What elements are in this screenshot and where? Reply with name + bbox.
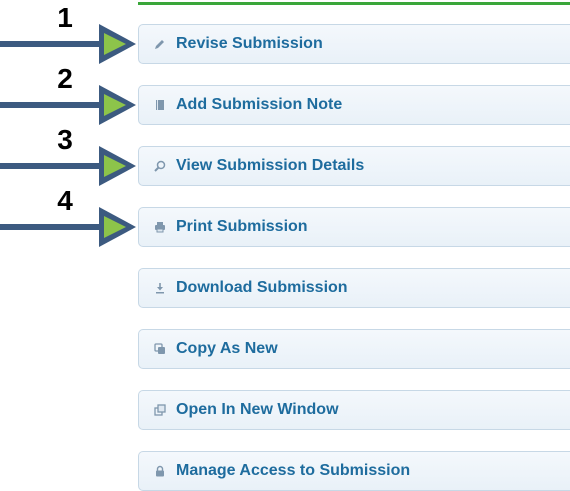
open-in-new-window-button[interactable]: Open In New Window [138,390,570,430]
copy-icon [153,342,167,356]
printer-icon [153,220,167,234]
menu-item-label: Open In New Window [176,401,339,418]
arrow-icon [0,207,136,247]
menu-item-label: Revise Submission [176,35,323,52]
print-submission-button[interactable]: Print Submission [138,207,570,247]
menu-item-label: Print Submission [176,218,308,235]
copy-as-new-button[interactable]: Copy As New [138,329,570,369]
download-icon [153,281,167,295]
new-window-icon [153,403,167,417]
menu-item-label: Copy As New [176,340,278,357]
menu-item-label: View Submission Details [176,157,365,174]
manage-access-button[interactable]: Manage Access to Submission [138,451,570,491]
revise-submission-button[interactable]: Revise Submission [138,24,570,64]
pencil-icon [153,37,167,51]
magnifier-icon [153,159,167,173]
view-submission-details-button[interactable]: View Submission Details [138,146,570,186]
menu-item-label: Manage Access to Submission [176,462,411,479]
callout-arrow-4: 4 [0,185,136,263]
section-divider [138,2,570,5]
download-submission-button[interactable]: Download Submission [138,268,570,308]
menu-item-label: Add Submission Note [176,96,343,113]
menu-item-label: Download Submission [176,279,348,296]
add-submission-note-button[interactable]: Add Submission Note [138,85,570,125]
note-icon [153,98,167,112]
lock-icon [153,464,167,478]
